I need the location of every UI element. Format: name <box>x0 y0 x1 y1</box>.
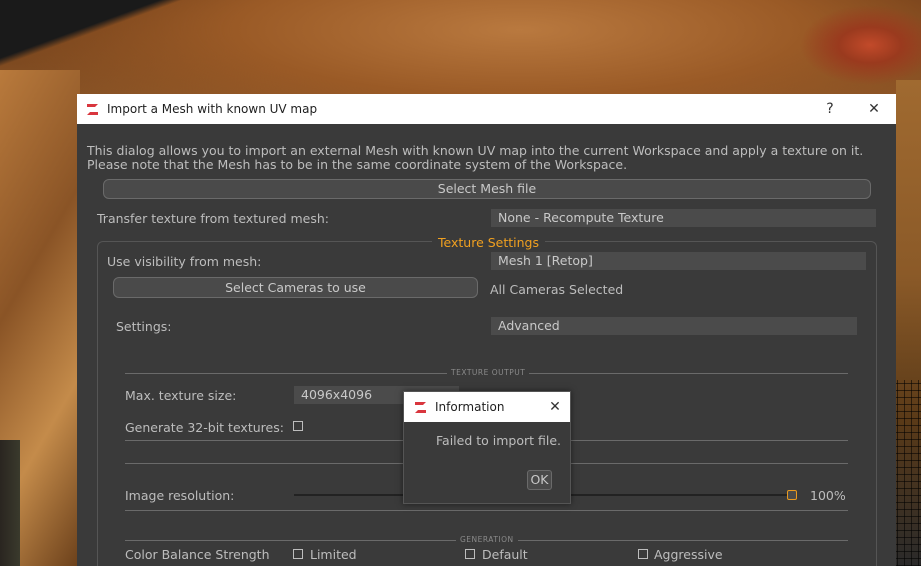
color-balance-limited-checkbox[interactable] <box>293 549 303 559</box>
info-titlebar[interactable]: Information ✕ <box>404 392 570 422</box>
help-button[interactable]: ? <box>808 94 852 124</box>
color-balance-aggressive-label: Aggressive <box>654 547 723 562</box>
cameras-status: All Cameras Selected <box>490 282 624 297</box>
information-popup: Information ✕ Failed to import file. OK <box>403 391 571 504</box>
intro-text: This dialog allows you to import an exte… <box>87 144 887 172</box>
background-scene-dark <box>0 0 921 80</box>
select-mesh-file-button[interactable]: Select Mesh file <box>103 179 871 199</box>
ok-button[interactable]: OK <box>527 470 552 490</box>
max-texture-label: Max. texture size: <box>125 388 237 403</box>
image-resolution-value: 100% <box>810 488 846 503</box>
dialog-title: Import a Mesh with known UV map <box>107 102 318 116</box>
texture-output-title: TEXTURE OUTPUT <box>447 368 530 377</box>
visibility-label: Use visibility from mesh: <box>107 254 262 269</box>
transfer-texture-select[interactable]: None - Recompute Texture <box>491 209 876 227</box>
info-message: Failed to import file. <box>436 433 562 448</box>
settings-label: Settings: <box>116 319 172 334</box>
image-resolution-label: Image resolution: <box>125 488 235 503</box>
color-balance-label: Color Balance Strength <box>125 547 270 562</box>
intro-line-2: Please note that the Mesh has to be in t… <box>87 157 628 172</box>
intro-line-1: This dialog allows you to import an exte… <box>87 143 864 158</box>
generate32-label: Generate 32-bit textures: <box>125 420 284 435</box>
color-balance-limited-label: Limited <box>310 547 357 562</box>
transfer-texture-label: Transfer texture from textured mesh: <box>97 211 329 226</box>
texture-settings-title: Texture Settings <box>432 235 546 250</box>
app-logo-icon <box>413 400 428 415</box>
separator <box>125 510 848 511</box>
visibility-mesh-select[interactable]: Mesh 1 [Retop] <box>491 252 866 270</box>
app-logo-icon <box>85 102 100 117</box>
generate32-checkbox[interactable] <box>293 421 303 431</box>
close-button[interactable]: ✕ <box>852 94 896 124</box>
color-balance-default-label: Default <box>482 547 528 562</box>
select-cameras-button[interactable]: Select Cameras to use <box>113 277 478 298</box>
info-close-button[interactable]: ✕ <box>540 392 570 422</box>
image-resolution-slider-handle[interactable] <box>787 490 797 500</box>
background-scene-left-dark <box>0 440 20 566</box>
dialog-titlebar[interactable]: Import a Mesh with known UV map ? ✕ <box>77 94 896 124</box>
settings-select[interactable]: Advanced <box>491 317 857 335</box>
info-title: Information <box>435 400 505 414</box>
generation-title: GENERATION <box>456 535 518 544</box>
color-balance-aggressive-checkbox[interactable] <box>638 549 648 559</box>
color-balance-default-checkbox[interactable] <box>465 549 475 559</box>
